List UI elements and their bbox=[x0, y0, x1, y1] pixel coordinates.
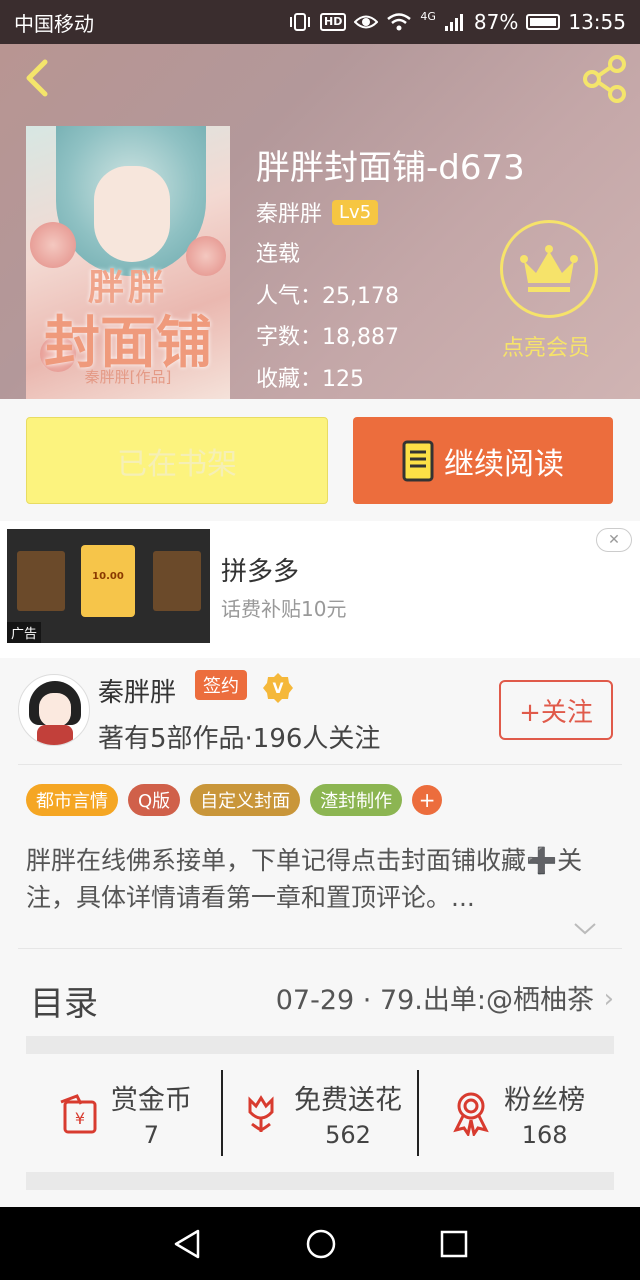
in-shelf-button[interactable]: 已在书架 bbox=[26, 417, 328, 504]
close-icon: ✕ bbox=[608, 532, 620, 548]
section-separator bbox=[26, 1036, 614, 1054]
tag-item[interactable]: 自定义封面 bbox=[190, 784, 301, 816]
vibrate-icon bbox=[290, 13, 311, 31]
back-button[interactable] bbox=[16, 56, 56, 100]
ad-thumb-side bbox=[153, 551, 201, 611]
stat-label: 赏金币 bbox=[110, 1084, 192, 1116]
stat-label: 免费送花 bbox=[294, 1084, 402, 1116]
hd-icon: HD bbox=[320, 13, 347, 31]
ad-thumb-side bbox=[17, 551, 65, 611]
author-card: 秦胖胖 签约 V 著有5部作品·196人关注 +关注 bbox=[0, 658, 640, 768]
author-line: 秦胖胖 Lv5 bbox=[256, 196, 379, 228]
system-nav-bar bbox=[0, 1207, 640, 1280]
nav-back-icon[interactable] bbox=[172, 1228, 202, 1260]
stat-value: 168 bbox=[521, 1120, 568, 1149]
action-bar: 已在书架 继续阅读 bbox=[0, 399, 640, 521]
follow-label: +关注 bbox=[519, 697, 593, 728]
chevron-right-icon: › bbox=[603, 984, 614, 1014]
vip-label[interactable]: 点亮会员 bbox=[502, 330, 590, 362]
medal-icon bbox=[453, 1092, 489, 1136]
avatar[interactable] bbox=[18, 674, 90, 746]
eye-icon bbox=[354, 15, 379, 29]
book-popularity: 人气：25,178 bbox=[256, 284, 399, 309]
share-button[interactable] bbox=[580, 54, 630, 104]
fan-ranking-button[interactable]: 粉丝榜 168 bbox=[417, 1070, 614, 1156]
back-arrow-icon bbox=[26, 59, 48, 97]
continue-reading-button[interactable]: 继续阅读 bbox=[353, 417, 613, 504]
red-envelope-icon: ¥ bbox=[60, 1094, 97, 1134]
toc-row[interactable]: 目录 07-29 · 79.出单:@栖柚茶 › bbox=[26, 966, 614, 1026]
section-separator bbox=[26, 1172, 614, 1190]
network-type: 4G bbox=[420, 9, 436, 23]
follow-button[interactable]: +关注 bbox=[499, 680, 613, 740]
author-name[interactable]: 秦胖胖 bbox=[98, 672, 176, 709]
nav-home-icon[interactable] bbox=[305, 1228, 337, 1260]
reward-coins-button[interactable]: ¥ 赏金币 7 bbox=[26, 1070, 221, 1156]
verified-icon: V bbox=[263, 673, 293, 703]
ad-thumbnail[interactable]: 10.00 广告 bbox=[7, 529, 210, 643]
status-icons: HD 4G 87% 13:55 bbox=[288, 10, 626, 34]
tag-item[interactable]: 都市言情 bbox=[26, 784, 118, 816]
clock: 13:55 bbox=[568, 10, 626, 34]
chevron-down-icon[interactable] bbox=[572, 918, 598, 940]
send-flower-button[interactable]: 免费送花 562 bbox=[220, 1070, 418, 1156]
avatar-face bbox=[39, 693, 71, 727]
wifi-icon bbox=[387, 13, 412, 31]
book-description: 胖胖在线佛系接单，下单记得点击封面铺收藏➕关注，具体详情请看第一章和置顶评论。.… bbox=[26, 846, 583, 912]
cover-face bbox=[94, 166, 170, 262]
divider bbox=[18, 948, 622, 949]
book-status: 连载 bbox=[256, 242, 301, 267]
tag-list: 都市言情 Q版 自定义封面 渣封制作 + bbox=[26, 784, 443, 816]
share-icon bbox=[583, 55, 626, 103]
book-author[interactable]: 秦胖胖 bbox=[256, 196, 322, 228]
in-shelf-label: 已在书架 bbox=[117, 446, 237, 482]
ad-title[interactable]: 拼多多 bbox=[221, 551, 299, 588]
latest-chapter[interactable]: 07-29 · 79.出单:@栖柚茶 bbox=[276, 978, 594, 1017]
status-bar: 中国移动 HD 4G 87% 13:55 bbox=[0, 0, 640, 44]
tag-item[interactable]: 渣封制作 bbox=[310, 784, 403, 816]
add-tag-button[interactable]: + bbox=[412, 785, 443, 815]
stat-value: 562 bbox=[325, 1120, 371, 1149]
divider bbox=[18, 764, 622, 765]
book-word-count: 字数：18,887 bbox=[256, 325, 399, 350]
stat-label: 粉丝榜 bbox=[504, 1084, 586, 1116]
svg-text:V: V bbox=[273, 681, 284, 697]
tag-item[interactable]: Q版 bbox=[128, 784, 181, 816]
battery-percent: 87% bbox=[473, 10, 519, 34]
book-title: 胖胖封面铺-d673 bbox=[256, 148, 525, 188]
signal-icon bbox=[444, 14, 463, 31]
level-badge: Lv5 bbox=[332, 199, 379, 225]
stat-value: 7 bbox=[143, 1120, 159, 1149]
svg-text:¥: ¥ bbox=[75, 1109, 85, 1128]
carrier-label: 中国移动 bbox=[14, 11, 94, 36]
vip-button[interactable] bbox=[500, 220, 598, 318]
book-icon bbox=[402, 440, 434, 481]
continue-reading-label: 继续阅读 bbox=[444, 446, 564, 482]
battery-icon bbox=[526, 14, 561, 30]
avatar-body bbox=[37, 725, 73, 745]
ad-tag: 广告 bbox=[7, 622, 42, 643]
stats-bar: ¥ 赏金币 7 免费送花 562 粉丝榜 168 bbox=[26, 1070, 614, 1156]
toc-label: 目录 bbox=[30, 984, 98, 1024]
cover-author: 秦胖胖[作品] bbox=[84, 368, 172, 386]
ad-description: 话费补贴10元 bbox=[221, 597, 347, 621]
ad-close-button[interactable]: ✕ bbox=[596, 528, 632, 552]
ad-thumb-amount: 10.00 bbox=[92, 571, 124, 582]
flower-icon bbox=[248, 1095, 274, 1132]
book-favorites: 收藏：125 bbox=[256, 367, 364, 392]
ad-banner[interactable]: 10.00 广告 拼多多 话费补贴10元 ✕ bbox=[0, 521, 640, 658]
crown-icon bbox=[520, 245, 578, 292]
book-cover[interactable]: 胖胖 封面铺 秦胖胖[作品] bbox=[26, 126, 230, 399]
signed-badge: 签约 bbox=[195, 670, 247, 700]
nav-recents-icon[interactable] bbox=[440, 1230, 468, 1258]
book-header: 胖胖 封面铺 秦胖胖[作品] 胖胖封面铺-d673 秦胖胖 Lv5 连载 人气：… bbox=[0, 44, 640, 399]
author-stats: 著有5部作品·196人关注 bbox=[98, 724, 381, 754]
